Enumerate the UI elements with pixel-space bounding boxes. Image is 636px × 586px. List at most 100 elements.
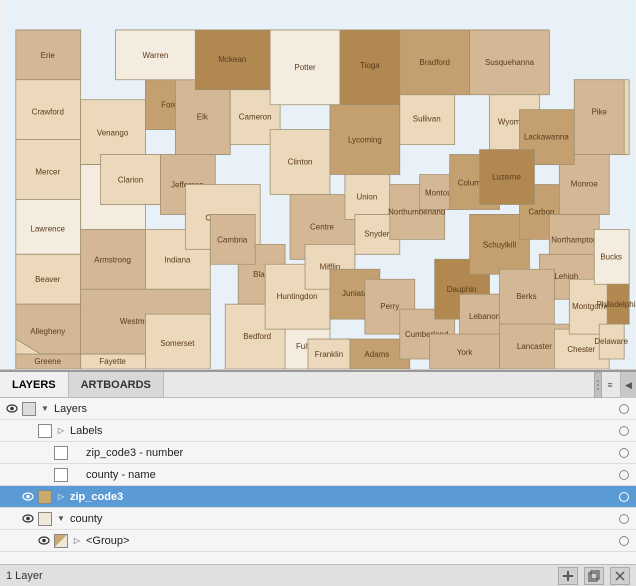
layer-thumb-county-name [54, 468, 68, 482]
layer-count-label: 1 Layer [6, 570, 43, 582]
layer-row-county[interactable]: ▼ county [0, 508, 636, 530]
svg-text:Lancaster: Lancaster [517, 342, 552, 351]
tab-artboards[interactable]: ARTBOARDS [69, 372, 164, 397]
delete-layer-button[interactable] [610, 567, 630, 585]
svg-text:Snyder: Snyder [364, 229, 390, 238]
svg-text:Dauphin: Dauphin [447, 285, 477, 294]
layer-name-layers: Layers [52, 403, 616, 415]
eye-icon-group[interactable] [36, 533, 52, 549]
svg-text:Delaware: Delaware [594, 337, 628, 346]
svg-text:Armstrong: Armstrong [94, 255, 131, 264]
layer-thumb-county [38, 512, 52, 526]
svg-text:Somerset: Somerset [160, 339, 195, 348]
svg-text:Lebanon: Lebanon [469, 312, 500, 321]
layer-arrow-zip-code3[interactable]: ▷ [54, 490, 68, 504]
layer-arrow-group[interactable]: ▷ [70, 534, 84, 548]
layer-arrow-county[interactable]: ▼ [54, 512, 68, 526]
panel-footer: 1 Layer [0, 564, 636, 586]
map-svg: .county { stroke: #a09070; stroke-width:… [0, 0, 636, 369]
svg-text:Susquehanna: Susquehanna [485, 58, 535, 67]
svg-text:Philadelphia: Philadelphia [596, 300, 636, 309]
layer-thumb-group [54, 534, 68, 548]
layers-panel: LAYERS ARTBOARDS ≡ ◀ ▼ Layers [0, 370, 636, 586]
svg-text:Warren: Warren [143, 51, 169, 60]
layer-arrow-labels[interactable]: ▷ [54, 424, 68, 438]
panel-options-button[interactable]: ≡ [602, 372, 618, 398]
map-container: .county { stroke: #a09070; stroke-width:… [0, 0, 636, 370]
svg-text:Fayette: Fayette [99, 357, 126, 366]
svg-text:Bedford: Bedford [243, 332, 271, 341]
layer-name-labels: Labels [68, 425, 616, 437]
svg-text:York: York [457, 348, 473, 357]
layer-row-zip-number[interactable]: ▷ zip_code3 - number [0, 442, 636, 464]
layer-target-group[interactable] [616, 533, 632, 549]
layer-row-labels[interactable]: ▷ Labels [0, 420, 636, 442]
layer-target-zip-number[interactable] [616, 445, 632, 461]
layer-arrow-layers[interactable]: ▼ [38, 402, 52, 416]
svg-text:Beaver: Beaver [35, 275, 61, 284]
svg-text:Greene: Greene [34, 357, 61, 366]
tab-layers[interactable]: LAYERS [0, 372, 69, 397]
layer-row-layers-root[interactable]: ▼ Layers [0, 398, 636, 420]
layer-name-zip-code3: zip_code3 [68, 491, 616, 503]
layer-thumb-layers [22, 402, 36, 416]
layer-row-county-name[interactable]: ▷ county - name [0, 464, 636, 486]
svg-text:Lycoming: Lycoming [348, 136, 382, 145]
duplicate-layer-button[interactable] [584, 567, 604, 585]
layer-name-zip-number: zip_code3 - number [84, 447, 616, 459]
layer-row-group[interactable]: ▷ <Group> [0, 530, 636, 552]
svg-text:Tioga: Tioga [360, 61, 380, 70]
svg-text:Sullivan: Sullivan [413, 115, 441, 124]
svg-text:Elk: Elk [197, 113, 208, 122]
svg-text:Mckean: Mckean [218, 55, 246, 64]
svg-text:Union: Union [356, 192, 377, 201]
svg-text:Mercer: Mercer [35, 168, 60, 177]
svg-text:Perry: Perry [380, 302, 399, 311]
svg-text:Huntingdon: Huntingdon [277, 292, 318, 301]
svg-text:Cameron: Cameron [239, 113, 272, 122]
svg-text:Juniata: Juniata [342, 289, 368, 298]
layer-thumb-zip-code3 [38, 490, 52, 504]
svg-text:Venango: Venango [97, 129, 129, 138]
eye-icon-layers[interactable] [4, 401, 20, 417]
layer-thumb-labels [38, 424, 52, 438]
svg-text:Northampton: Northampton [551, 235, 597, 244]
svg-text:Bucks: Bucks [600, 252, 622, 261]
svg-text:Pike: Pike [591, 108, 607, 117]
svg-text:Chester: Chester [567, 345, 595, 354]
layer-thumb-zip-number [54, 446, 68, 460]
svg-text:Clarion: Clarion [118, 176, 143, 185]
svg-text:Lackawanna: Lackawanna [524, 133, 569, 142]
layers-list: ▼ Layers ▷ Labels ▷ zip_code3 - number [0, 398, 636, 564]
svg-text:Lawrence: Lawrence [30, 224, 65, 233]
eye-icon-county[interactable] [20, 511, 36, 527]
layer-target-county-name[interactable] [616, 467, 632, 483]
svg-text:Franklin: Franklin [315, 350, 343, 359]
svg-text:Adams: Adams [364, 350, 389, 359]
svg-text:Crawford: Crawford [32, 108, 64, 117]
eye-icon-zip-code3[interactable] [20, 489, 36, 505]
svg-text:Indiana: Indiana [164, 255, 191, 264]
layer-target-zip-code3[interactable] [616, 489, 632, 505]
layer-name-group: <Group> [84, 535, 616, 547]
resize-handle[interactable] [594, 372, 602, 398]
layer-target-layers[interactable] [616, 401, 632, 417]
layer-name-county-name: county - name [84, 469, 616, 481]
layer-name-county: county [68, 513, 616, 525]
layer-target-county[interactable] [616, 511, 632, 527]
layer-target-labels[interactable] [616, 423, 632, 439]
svg-text:Schuylkill: Schuylkill [483, 240, 516, 249]
svg-text:Monroe: Monroe [571, 179, 599, 188]
svg-text:Luzerne: Luzerne [492, 173, 521, 182]
svg-text:Potter: Potter [294, 63, 316, 72]
svg-text:Berks: Berks [516, 292, 536, 301]
svg-text:Bradford: Bradford [419, 58, 450, 67]
svg-text:Centre: Centre [310, 222, 334, 231]
panel-collapse-button[interactable]: ◀ [620, 372, 636, 398]
svg-text:Clinton: Clinton [288, 158, 313, 167]
panel-header: LAYERS ARTBOARDS ≡ ◀ [0, 372, 636, 398]
layer-row-zip-code3[interactable]: ▷ zip_code3 [0, 486, 636, 508]
svg-text:Cambria: Cambria [217, 235, 248, 244]
new-layer-button[interactable] [558, 567, 578, 585]
svg-text:Erie: Erie [41, 51, 56, 60]
